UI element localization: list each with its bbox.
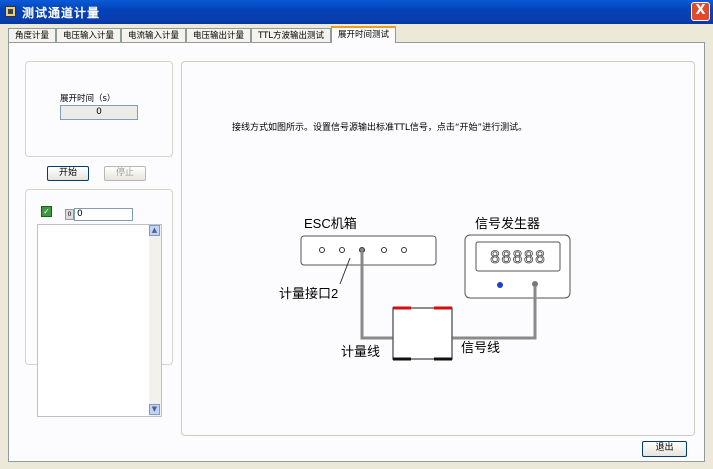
log-index[interactable]: 0 xyxy=(65,209,74,220)
diagram-panel: 接线方式如图所示。设置信号源输出标准TTL信号，点击“开始”进行测试。 ESC机… xyxy=(181,61,695,436)
stop-button[interactable]: 停止 xyxy=(104,166,146,181)
window-title: 测试通道计量 xyxy=(22,6,101,20)
esc-port-5 xyxy=(401,247,407,253)
esc-port-1 xyxy=(319,247,325,253)
signal-generator-digits: 88888 xyxy=(490,248,546,268)
tab-voltage-input[interactable]: 电压输入计量 xyxy=(56,28,122,43)
app-icon xyxy=(5,6,16,17)
meter-line-label: 计量线 xyxy=(341,344,380,359)
esc-port-2 xyxy=(339,247,345,253)
signal-line-label: 信号线 xyxy=(461,340,500,355)
expand-time-panel: 展开时间（s） 0 xyxy=(25,61,173,157)
tab-voltage-output[interactable]: 电压输出计量 xyxy=(186,28,252,43)
close-button[interactable]: X xyxy=(691,2,710,21)
esc-port-4 xyxy=(381,247,387,253)
tab-bar: 角度计量 电压输入计量 电流输入计量 电压输出计量 TTL方波输出测试 展开时间… xyxy=(8,26,397,43)
expand-time-readout: 0 xyxy=(60,105,138,120)
log-scrollbar[interactable] xyxy=(149,225,161,416)
expand-time-label: 展开时间（s） xyxy=(60,94,116,104)
esc-port-3 xyxy=(359,247,365,253)
signal-generator-label: 信号发生器 xyxy=(475,216,540,231)
tab-angle[interactable]: 角度计量 xyxy=(8,28,57,43)
port-label: 计量接口2 xyxy=(279,286,338,301)
log-list[interactable] xyxy=(37,224,162,417)
connector-block xyxy=(392,307,453,360)
esc-box-label: ESC机箱 xyxy=(304,216,357,231)
exit-button[interactable]: 退出 xyxy=(642,441,687,457)
tab-current-input[interactable]: 电流输入计量 xyxy=(121,28,187,43)
tab-expand-time[interactable]: 展开时间测试 xyxy=(331,26,397,43)
signal-generator-led xyxy=(497,282,503,288)
tab-ttl-output[interactable]: TTL方波输出测试 xyxy=(251,28,332,43)
log-enable-checkbox[interactable]: ✓ xyxy=(41,206,52,217)
tab-panel: 展开时间（s） 0 开始 停止 ✓ 0 0 ▲ ▼ 接线方式如图所示。设置信号源… xyxy=(8,42,705,462)
wiring-diagram: ESC机箱 88888 信号发生器 计量接口2 计量线 信号线 xyxy=(279,216,571,361)
start-button[interactable]: 开始 xyxy=(47,166,89,181)
scroll-down-arrow-icon[interactable]: ▼ xyxy=(149,404,160,415)
title-bar: 测试通道计量 X xyxy=(0,0,713,24)
scroll-up-arrow-icon[interactable]: ▲ xyxy=(149,225,160,236)
log-value-field[interactable]: 0 xyxy=(74,208,133,221)
